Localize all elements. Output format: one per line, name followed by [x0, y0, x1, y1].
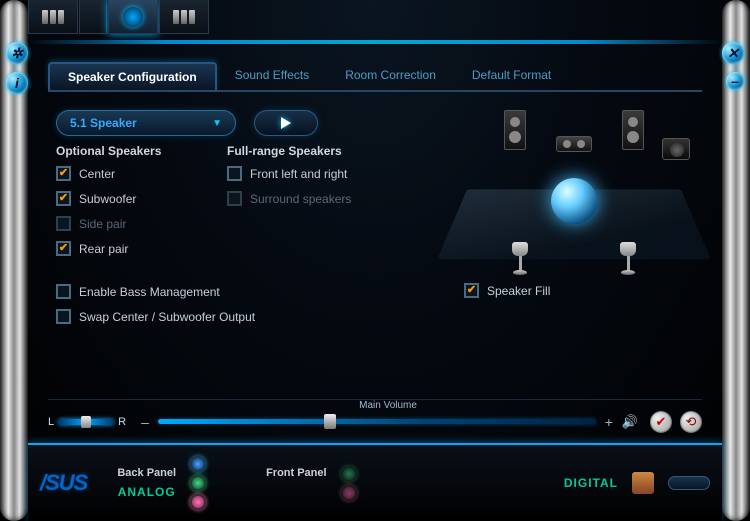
speaker-layout-visual: Speaker Fill [454, 110, 694, 290]
center-speaker-icon[interactable] [556, 136, 592, 152]
device-selector [28, 0, 209, 34]
optional-checkbox-side-pair: Side pair [56, 216, 215, 231]
main-volume-label: Main Volume [359, 400, 417, 411]
device-digital-icon[interactable] [159, 0, 209, 34]
fullrange-checkbox-surround-speakers: Surround speakers [227, 191, 386, 206]
fullrange-speakers-header: Full-range Speakers [227, 144, 386, 158]
dropdown-value: 5.1 Speaker [70, 116, 137, 130]
header-divider [28, 40, 722, 44]
tab-default-format[interactable]: Default Format [454, 62, 569, 90]
sound-icon: 🔊 [622, 414, 638, 430]
apply-button[interactable]: ✔ [650, 411, 672, 433]
listener-position-icon [551, 178, 597, 224]
chevron-down-icon: ▼ [212, 118, 222, 129]
extra-checkbox-enable-bass-management[interactable]: Enable Bass Management [56, 284, 386, 299]
front-panel-jacks [341, 466, 357, 501]
front-jack-green-icon[interactable] [341, 466, 357, 482]
jack-blue-icon[interactable] [190, 456, 206, 472]
connector-settings-icon[interactable] [632, 472, 654, 494]
subwoofer-icon[interactable] [662, 138, 690, 160]
device-spacer [79, 0, 107, 34]
play-icon [281, 117, 291, 129]
jack-pink-icon[interactable] [190, 494, 206, 510]
volume-up-button[interactable]: + [602, 414, 616, 430]
jack-green-icon[interactable] [190, 475, 206, 491]
minimize-icon[interactable]: – [726, 72, 744, 90]
digital-label: DIGITAL [564, 476, 618, 490]
cancel-button[interactable]: ⟲ [680, 411, 702, 433]
optional-speakers-header: Optional Speakers [56, 144, 215, 158]
device-speaker-icon[interactable] [108, 0, 158, 34]
volume-down-button[interactable]: – [138, 414, 152, 430]
fullrange-checkbox-front-left-and-right[interactable]: Front left and right [227, 166, 386, 181]
analog-label: ANALOG [118, 485, 176, 499]
balance-slider[interactable]: L R [48, 416, 126, 428]
close-icon[interactable]: ✕ [722, 42, 744, 64]
tab-bar: Speaker ConfigurationSound EffectsRoom C… [48, 62, 702, 92]
rear-right-speaker-icon[interactable] [620, 242, 636, 276]
main-volume-slider[interactable] [158, 419, 596, 424]
front-jack-pink-icon[interactable] [341, 485, 357, 501]
front-right-speaker-icon[interactable] [622, 110, 644, 150]
test-play-button[interactable] [254, 110, 318, 136]
speaker-fill-checkbox[interactable]: Speaker Fill [464, 283, 550, 298]
rear-left-speaker-icon[interactable] [512, 242, 528, 276]
tab-speaker-configuration[interactable]: Speaker Configuration [48, 62, 217, 90]
tab-room-correction[interactable]: Room Correction [327, 62, 454, 90]
asus-logo: /SUS [40, 470, 87, 496]
back-panel-jacks [190, 456, 206, 510]
info-icon[interactable]: i [6, 72, 28, 94]
extra-checkbox-swap-center-subwoofer-output[interactable]: Swap Center / Subwoofer Output [56, 309, 386, 324]
optional-checkbox-center[interactable]: Center [56, 166, 215, 181]
back-panel-label: Back Panel [117, 467, 176, 479]
front-panel-label: Front Panel [266, 467, 327, 479]
settings-gear-icon[interactable]: ✲ [6, 42, 28, 64]
device-analog-icon[interactable] [28, 0, 78, 34]
front-left-speaker-icon[interactable] [504, 110, 526, 150]
speaker-config-dropdown[interactable]: 5.1 Speaker ▼ [56, 110, 236, 136]
optional-checkbox-rear-pair[interactable]: Rear pair [56, 241, 215, 256]
tab-sound-effects[interactable]: Sound Effects [217, 62, 328, 90]
optional-checkbox-subwoofer[interactable]: Subwoofer [56, 191, 215, 206]
digital-toggle[interactable] [668, 476, 710, 490]
